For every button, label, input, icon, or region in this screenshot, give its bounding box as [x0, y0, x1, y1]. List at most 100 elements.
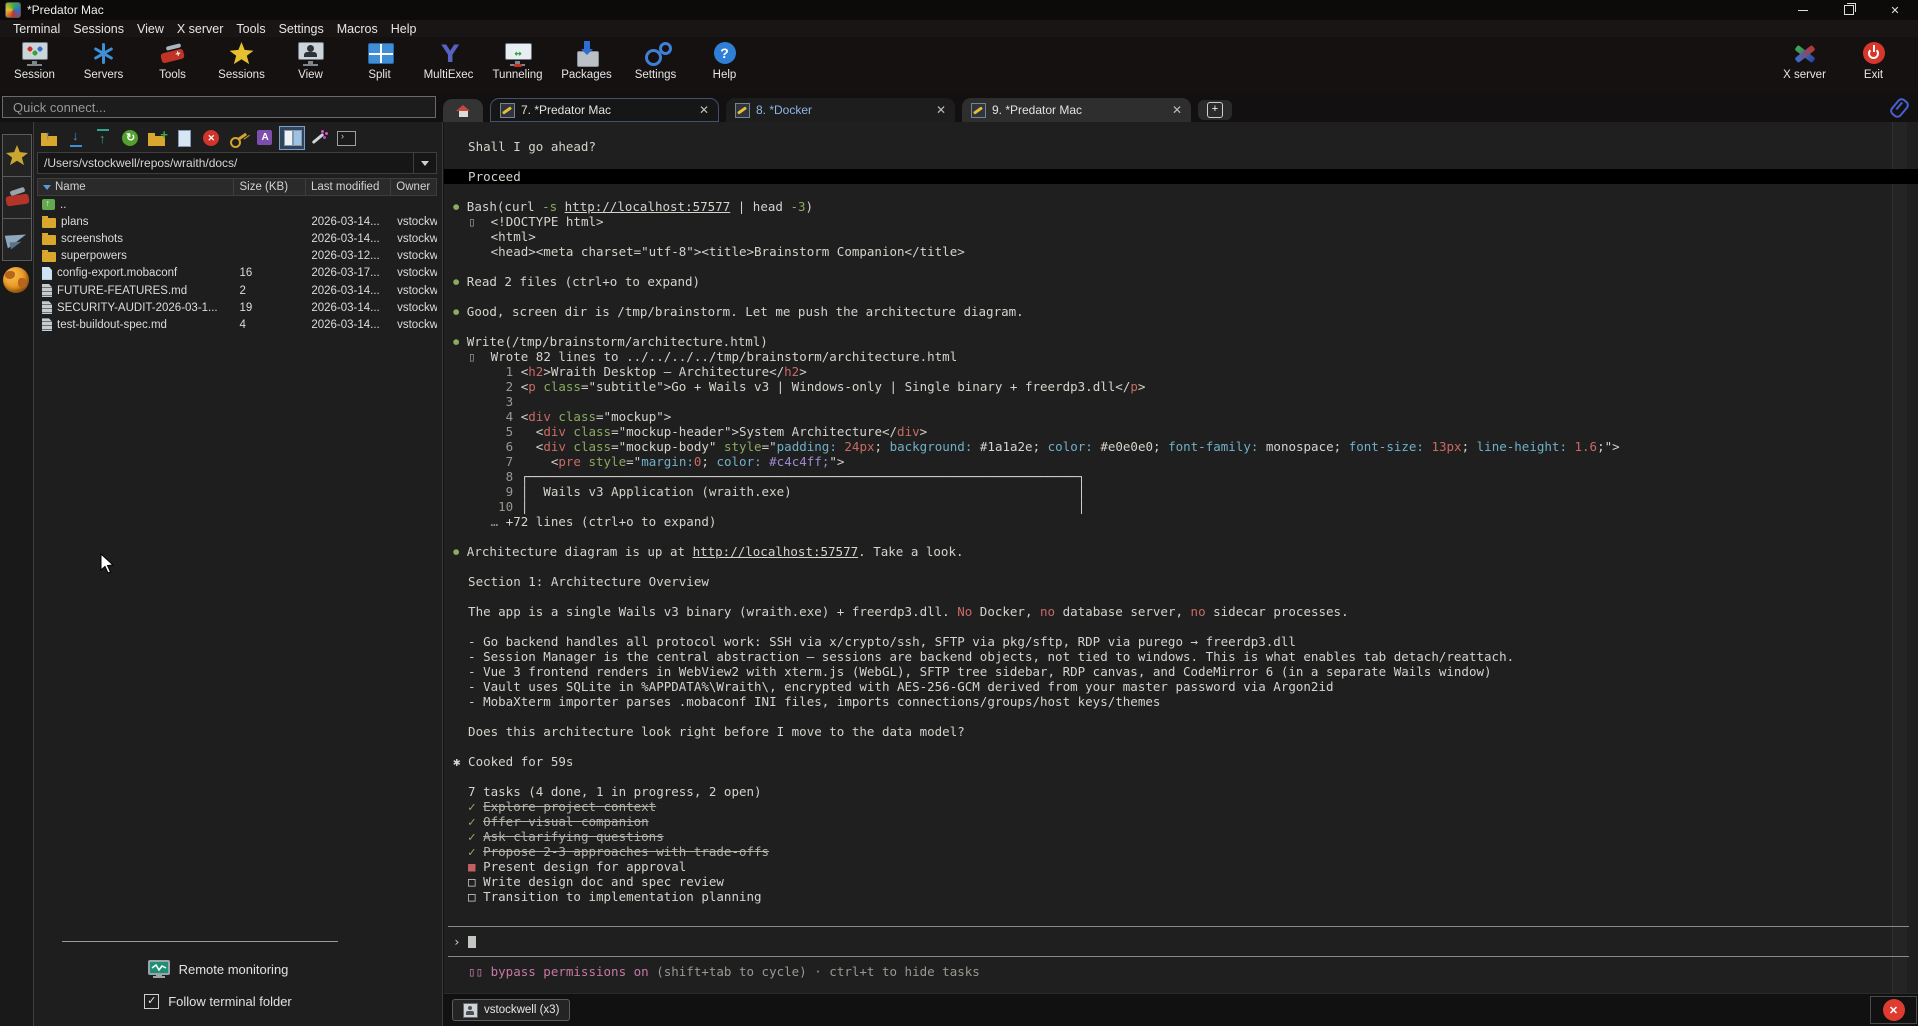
toolbar-x-server-button[interactable]: X server: [1770, 37, 1839, 93]
menu-item-tools[interactable]: Tools: [236, 22, 265, 36]
folder-icon: [42, 235, 56, 245]
file-row-future-features-md[interactable]: FUTURE-FEATURES.md22026-03-14...vstockw: [37, 282, 437, 299]
file-name-cell: test-buildout-spec.md: [37, 318, 235, 331]
globe-icon[interactable]: [3, 267, 29, 293]
favorites-star-icon[interactable]: [2, 134, 32, 177]
key-icon[interactable]: [226, 127, 250, 149]
maximize-button-icon[interactable]: [1826, 0, 1872, 20]
download-icon[interactable]: [64, 127, 88, 149]
refresh-icon[interactable]: [118, 127, 142, 149]
sidebar-divider: [62, 941, 338, 942]
current-path[interactable]: /Users/vstockwell/repos/wraith/docs/: [38, 156, 413, 170]
toolbar-tools-button[interactable]: Tools: [138, 37, 207, 93]
paper-plane-icon[interactable]: [2, 218, 32, 261]
toolbar-view-button[interactable]: View: [276, 37, 345, 93]
file-name-cell: superpowers: [37, 250, 235, 262]
file-row-plans[interactable]: plans2026-03-14...vstockw: [37, 213, 437, 230]
terminal-line: <head><meta charset="utf-8"><title>Brain…: [453, 244, 1918, 259]
tab-close-icon[interactable]: ✕: [936, 103, 946, 117]
up-folder-icon[interactable]: [37, 127, 61, 149]
terminal-line: ▯ Wrote 82 lines to ../../../../tmp/brai…: [453, 349, 1918, 364]
folder-icon: [42, 218, 56, 228]
file-row-[interactable]: ..: [37, 196, 437, 213]
column-header-owner[interactable]: Owner: [391, 179, 436, 195]
window-titlebar: *Predator Mac ✕: [0, 0, 1918, 20]
tab-7-predator-mac[interactable]: 7. *Predator Mac ✕: [490, 98, 719, 122]
toolbar-settings-button[interactable]: Settings: [621, 37, 690, 93]
toolbar-split-button[interactable]: Split: [345, 37, 414, 93]
toolbar-exit-button[interactable]: Exit: [1839, 37, 1908, 93]
menu-item-sessions[interactable]: Sessions: [73, 22, 124, 36]
paperclip-icon[interactable]: [1888, 96, 1911, 120]
path-dropdown-icon[interactable]: [413, 153, 436, 173]
menu-item-settings[interactable]: Settings: [279, 22, 324, 36]
column-header-name[interactable]: Name: [38, 179, 234, 195]
minimize-button-icon[interactable]: [1780, 0, 1826, 20]
file-row-superpowers[interactable]: superpowers2026-03-12...vstockw: [37, 248, 437, 265]
terminal-link[interactable]: http://localhost:57577: [693, 544, 859, 559]
toolbar-label: MultiExec: [424, 69, 474, 81]
menu-item-macros[interactable]: Macros: [337, 22, 378, 36]
tab-8-docker[interactable]: 8. *Docker✕: [726, 98, 955, 122]
toolbar-sessions-button[interactable]: Sessions: [207, 37, 276, 93]
toolbar-tunneling-button[interactable]: Tunneling: [483, 37, 552, 93]
file-name-cell: FUTURE-FEATURES.md: [37, 284, 235, 297]
column-header-size-kb[interactable]: Size (KB): [234, 179, 305, 195]
quick-connect-input[interactable]: [2, 96, 436, 118]
tab-close-icon[interactable]: ✕: [1172, 103, 1182, 117]
tab-close-icon[interactable]: ✕: [699, 103, 709, 117]
toolbar-help-button[interactable]: Help: [690, 37, 759, 93]
column-header-last-modified[interactable]: Last modified: [306, 179, 391, 195]
new-tab-button[interactable]: +: [1198, 100, 1232, 120]
tab-home[interactable]: [443, 99, 483, 122]
terminal-line: ⏺ Write(/tmp/brainstorm/architecture.htm…: [453, 334, 1918, 349]
toolbar-label: Settings: [635, 69, 677, 81]
file-row-screenshots[interactable]: screenshots2026-03-14...vstockw: [37, 230, 437, 247]
path-bar[interactable]: /Users/vstockwell/repos/wraith/docs/: [37, 152, 437, 174]
file-sidebar: /Users/vstockwell/repos/wraith/docs/ Nam…: [0, 122, 443, 1026]
font-icon[interactable]: [253, 127, 277, 149]
upload-icon[interactable]: [91, 127, 115, 149]
menu-item-x-server[interactable]: X server: [177, 22, 224, 36]
packages-icon: [571, 40, 603, 68]
window-title: *Predator Mac: [27, 3, 104, 17]
file-row-test-buildout-spec-md[interactable]: test-buildout-spec.md42026-03-14...vstoc…: [37, 316, 437, 333]
toolbar-servers-button[interactable]: Servers: [69, 37, 138, 93]
terminal-link[interactable]: http://localhost:57577: [565, 199, 731, 214]
close-button-icon[interactable]: ✕: [1872, 0, 1918, 20]
remote-monitoring-button[interactable]: Remote monitoring: [34, 960, 402, 979]
close-terminal-button[interactable]: ✕: [1883, 999, 1905, 1021]
file-row-config-export-mobaconf[interactable]: config-export.mobaconf162026-03-17...vst…: [37, 265, 437, 282]
menu-item-help[interactable]: Help: [391, 22, 417, 36]
delete-icon[interactable]: [199, 127, 223, 149]
swiss-knife-icon[interactable]: [2, 176, 32, 219]
terminal-line: ⏺ Good, screen dir is /tmp/brainstorm. L…: [453, 304, 1918, 319]
file-cell: vstockw: [392, 216, 437, 228]
terminal-line: ⏺ Architecture diagram is up at http://l…: [453, 544, 1918, 559]
sort-caret-icon: [43, 185, 51, 190]
toolbar-multiexec-button[interactable]: MultiExec: [414, 37, 483, 93]
tab-label: 7. *Predator Mac: [521, 103, 693, 117]
app-logo-icon: [5, 2, 21, 18]
file-name-cell: SECURITY-AUDIT-2026-03-1...: [37, 301, 235, 314]
user-session-chip[interactable]: vstockwell (x3): [452, 999, 570, 1021]
wand-icon[interactable]: [307, 127, 331, 149]
servers-icon: [88, 40, 120, 68]
tab-9-predator-mac[interactable]: 9. *Predator Mac✕: [962, 98, 1191, 122]
follow-terminal-folder-toggle[interactable]: ✓ Follow terminal folder: [34, 994, 402, 1009]
console-icon[interactable]: [334, 127, 358, 149]
file-row-security-audit-2026-03-1[interactable]: SECURITY-AUDIT-2026-03-1...192026-03-14.…: [37, 299, 437, 316]
toolbar-session-button[interactable]: Session: [0, 37, 69, 93]
menu-item-terminal[interactable]: Terminal: [13, 22, 60, 36]
follow-checkbox[interactable]: ✓: [144, 994, 159, 1009]
new-folder-icon[interactable]: [145, 127, 169, 149]
new-file-icon[interactable]: [172, 127, 196, 149]
dual-pane-icon[interactable]: [280, 127, 304, 149]
menu-item-view[interactable]: View: [137, 22, 164, 36]
terminal-line: [453, 529, 1918, 544]
file-name-cell: ..: [37, 199, 235, 211]
terminal-line: [453, 259, 1918, 274]
toolbar-packages-button[interactable]: Packages: [552, 37, 621, 93]
file-cell: 2026-03-14...: [306, 285, 392, 297]
terminal[interactable]: Shall I go ahead? Proceed ⏺ Bash(curl -s…: [444, 122, 1918, 993]
